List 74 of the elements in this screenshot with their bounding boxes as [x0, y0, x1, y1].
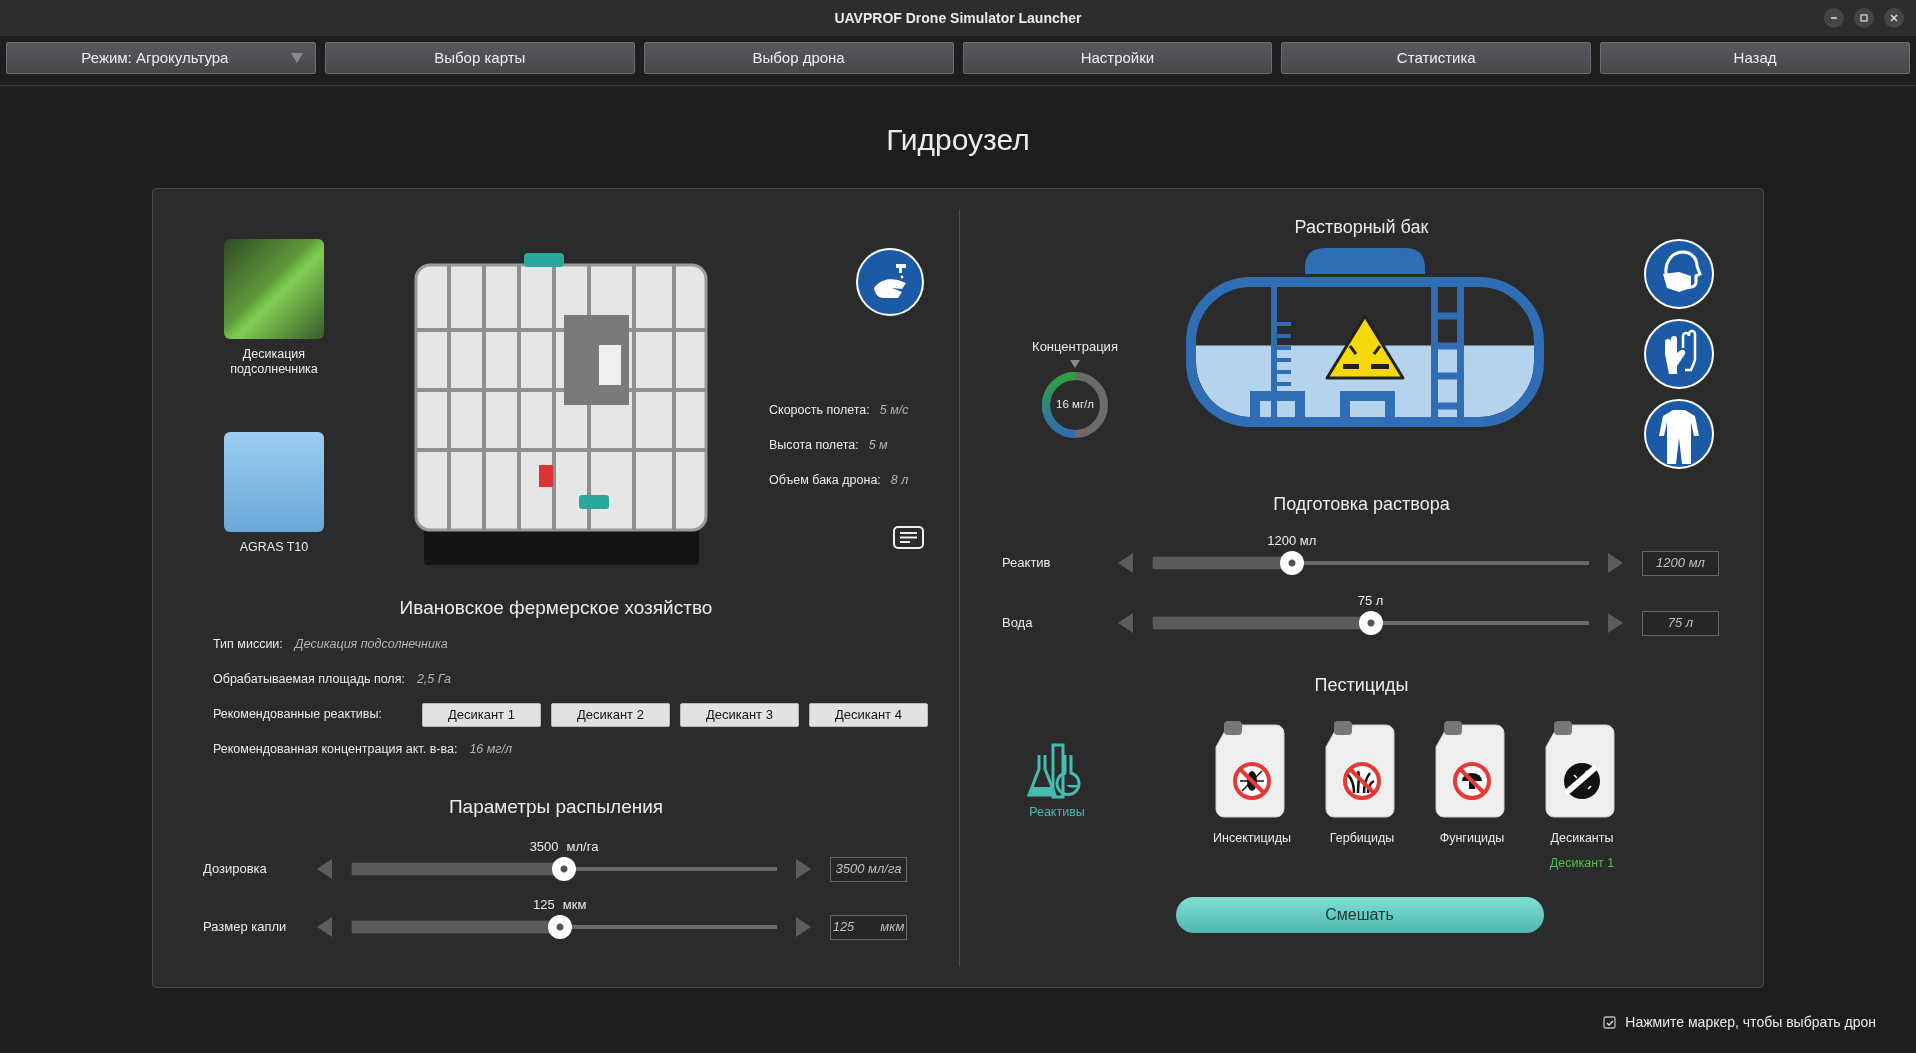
slider-thumb[interactable]	[547, 915, 572, 939]
slider-thumb[interactable]	[1358, 611, 1383, 635]
coverall-icon	[1643, 398, 1715, 470]
slider-value: 75 л	[1357, 593, 1384, 609]
info-value: 16 мг/л	[469, 741, 512, 759]
param-value: 5 м/с	[879, 402, 909, 420]
hazard-icon	[1325, 314, 1405, 380]
slider-value: 1200 мл	[1267, 533, 1317, 549]
menu-button[interactable]: Назад	[1600, 42, 1910, 74]
hand-washing-icon	[856, 248, 924, 316]
slider-label: Реактив	[1002, 554, 1052, 573]
pesticide-option[interactable]: Гербициды	[1307, 719, 1417, 847]
selected-reagent: Десикант 1	[1549, 855, 1615, 871]
section-title: Параметры распыления	[447, 795, 665, 819]
section-title: Ивановское фермерское хозяйство	[398, 596, 714, 620]
pointer-icon	[1070, 359, 1080, 368]
info-value: Десикация подсолнечника	[294, 636, 448, 654]
param-label: Высота полета:	[769, 437, 859, 455]
maximize-icon[interactable]	[1859, 13, 1869, 23]
slider-thumb[interactable]	[1279, 551, 1304, 575]
reagent-button[interactable]: Десикант 4	[808, 702, 928, 727]
caret-icon[interactable]	[290, 53, 303, 63]
section-title: Растворный бак	[1293, 216, 1430, 239]
menu-button[interactable]: Выбор дрона	[643, 42, 954, 74]
concentration-reading: 16 мг/л	[1056, 396, 1094, 412]
gauge-label: Концентрация	[1032, 338, 1118, 356]
pesticide-option[interactable]: Десиканты	[1527, 719, 1637, 847]
checkbox[interactable]	[1603, 1015, 1618, 1030]
menu-button[interactable]: Настройки	[962, 42, 1273, 74]
menu-button[interactable]: Статистика	[1281, 42, 1592, 74]
slider-thumb[interactable]	[552, 857, 576, 881]
face-mask-icon	[1643, 238, 1715, 310]
param-label: Скорость полета:	[769, 402, 870, 420]
info-label: Рекомендованная концентрация акт. в-ва:	[213, 741, 458, 759]
slider-label: Дозировка	[203, 860, 268, 879]
hint-text: Нажмите маркер, чтобы выбрать дрон	[1625, 1013, 1876, 1032]
param-value: 8 л	[890, 472, 909, 490]
minimize-button[interactable]	[1824, 8, 1844, 28]
mix-button[interactable]: Смешать	[1175, 897, 1544, 933]
notes-icon[interactable]	[893, 526, 924, 549]
unit-label: мкм	[562, 897, 587, 913]
value-field[interactable]: 125 мкм	[830, 914, 907, 940]
info-label: Тип миссии:	[213, 636, 283, 654]
info-label: Рекомендованные реактивы:	[213, 706, 382, 724]
value-field[interactable]: 75 л	[1642, 610, 1719, 636]
drone-label: AGRAS T10	[239, 540, 309, 555]
window-title: UAVPROF Drone Simulator Launcher	[834, 8, 1082, 28]
maximize-button[interactable]	[1854, 8, 1874, 28]
slider-value: 3500	[529, 839, 559, 855]
reagent-button[interactable]: Десикант 2	[550, 702, 670, 727]
page-title: Гидроузел	[886, 122, 1030, 158]
pesticide-option[interactable]: Фунгициды	[1417, 719, 1527, 847]
info-label: Обрабатываемая площадь поля:	[213, 671, 405, 689]
slider-label: Вода	[1002, 614, 1034, 633]
mission-label: Десикация подсолнечника	[229, 347, 319, 377]
gloves-icon	[1643, 318, 1715, 390]
close-button[interactable]	[1884, 8, 1904, 28]
reagent-button[interactable]: Десикант 1	[421, 702, 541, 727]
reagent-button[interactable]: Десикант 3	[679, 702, 799, 727]
close-icon[interactable]	[1889, 13, 1899, 23]
param-label: Объем бака дрона:	[769, 472, 881, 490]
slider-label: Размер капли	[203, 918, 288, 937]
section-title: Пестициды	[1313, 674, 1410, 697]
section-title: Подготовка раствора	[1272, 493, 1451, 516]
unit-label: мл/га	[566, 839, 599, 855]
mode-dropdown[interactable]: Режим: Агрокультура	[6, 42, 316, 74]
value-field[interactable]: 3500 мл/га	[830, 856, 907, 882]
reagents-button[interactable]: Реактивы	[1012, 741, 1102, 822]
pesticide-option[interactable]: Инсектициды	[1197, 719, 1307, 847]
slider-value: 125	[533, 897, 555, 913]
value-field[interactable]: 1200 мл	[1642, 550, 1719, 576]
menu-button[interactable]: Выбор карты	[324, 42, 635, 74]
info-value: 2,5 Га	[416, 671, 452, 689]
param-value: 5 м	[868, 437, 888, 455]
